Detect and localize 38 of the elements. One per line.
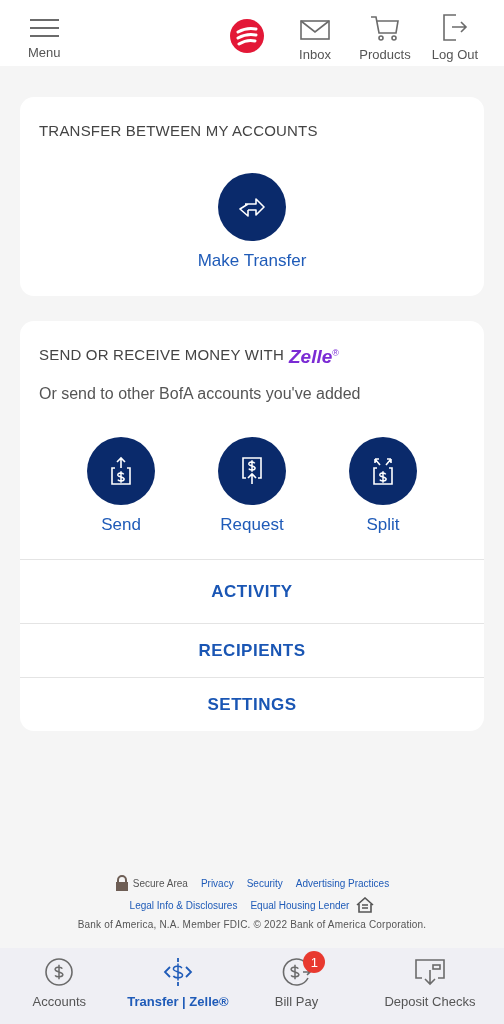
envelope-icon bbox=[300, 19, 330, 41]
logout-icon bbox=[442, 14, 468, 41]
footer-link[interactable]: Security bbox=[246, 877, 283, 889]
section-title: SEND OR RECEIVE MONEY WITH bbox=[39, 346, 284, 363]
logout-button[interactable]: Log Out bbox=[420, 11, 490, 62]
footer-link[interactable]: Privacy bbox=[200, 877, 234, 889]
subtitle: Or send to other BofA accounts you've added bbox=[38, 384, 362, 403]
header-button[interactable]: Products bbox=[350, 11, 420, 62]
tab[interactable]: Transfer | Zelle® bbox=[118, 948, 238, 1009]
tab[interactable]: Deposit Checks bbox=[355, 948, 504, 1009]
menu-button[interactable]: Menu bbox=[28, 19, 61, 62]
notification-badge: 1 bbox=[303, 951, 326, 973]
menu-icon bbox=[29, 19, 59, 37]
tab[interactable]: 1 Bill Pay bbox=[237, 948, 356, 1009]
split-button[interactable]: Split bbox=[323, 437, 443, 535]
secure-label: Secure Area bbox=[132, 877, 188, 889]
menu-link[interactable]: ACTIVITY bbox=[20, 559, 484, 623]
section-title: TRANSFER BETWEEN MY ACCOUNTS bbox=[39, 122, 318, 139]
cart-icon bbox=[370, 15, 400, 41]
dollar-circle-icon bbox=[44, 957, 75, 987]
legal-text: Bank of America, N.A. Member FDIC. © 2022 Bank of America Corporation. bbox=[77, 919, 427, 930]
zelle-logo: Zelle$^{®}$ bbox=[288, 346, 339, 368]
check-deposit-icon bbox=[413, 958, 446, 986]
header-button[interactable]: Inbox bbox=[280, 11, 350, 62]
dollar-arrow-icon bbox=[281, 957, 312, 987]
footer-link[interactable]: Advertising Practices bbox=[295, 877, 390, 889]
lock-icon bbox=[114, 875, 129, 891]
make-transfer-button[interactable]: Make Transfer bbox=[192, 173, 312, 271]
menu-link[interactable]: SETTINGS bbox=[20, 677, 484, 731]
menu-link[interactable]: RECIPIENTS bbox=[20, 623, 484, 677]
footer-link[interactable]: Legal Info & Disclosures bbox=[129, 899, 238, 911]
tab[interactable]: Accounts bbox=[0, 948, 119, 1009]
house-icon bbox=[356, 897, 375, 913]
dollar-arrows-icon bbox=[162, 957, 193, 987]
logo-icon bbox=[230, 19, 264, 53]
footer-link[interactable]: Equal Housing Lender bbox=[250, 899, 350, 911]
request-button[interactable]: Request bbox=[192, 437, 312, 535]
send-button[interactable]: Send bbox=[61, 437, 181, 535]
